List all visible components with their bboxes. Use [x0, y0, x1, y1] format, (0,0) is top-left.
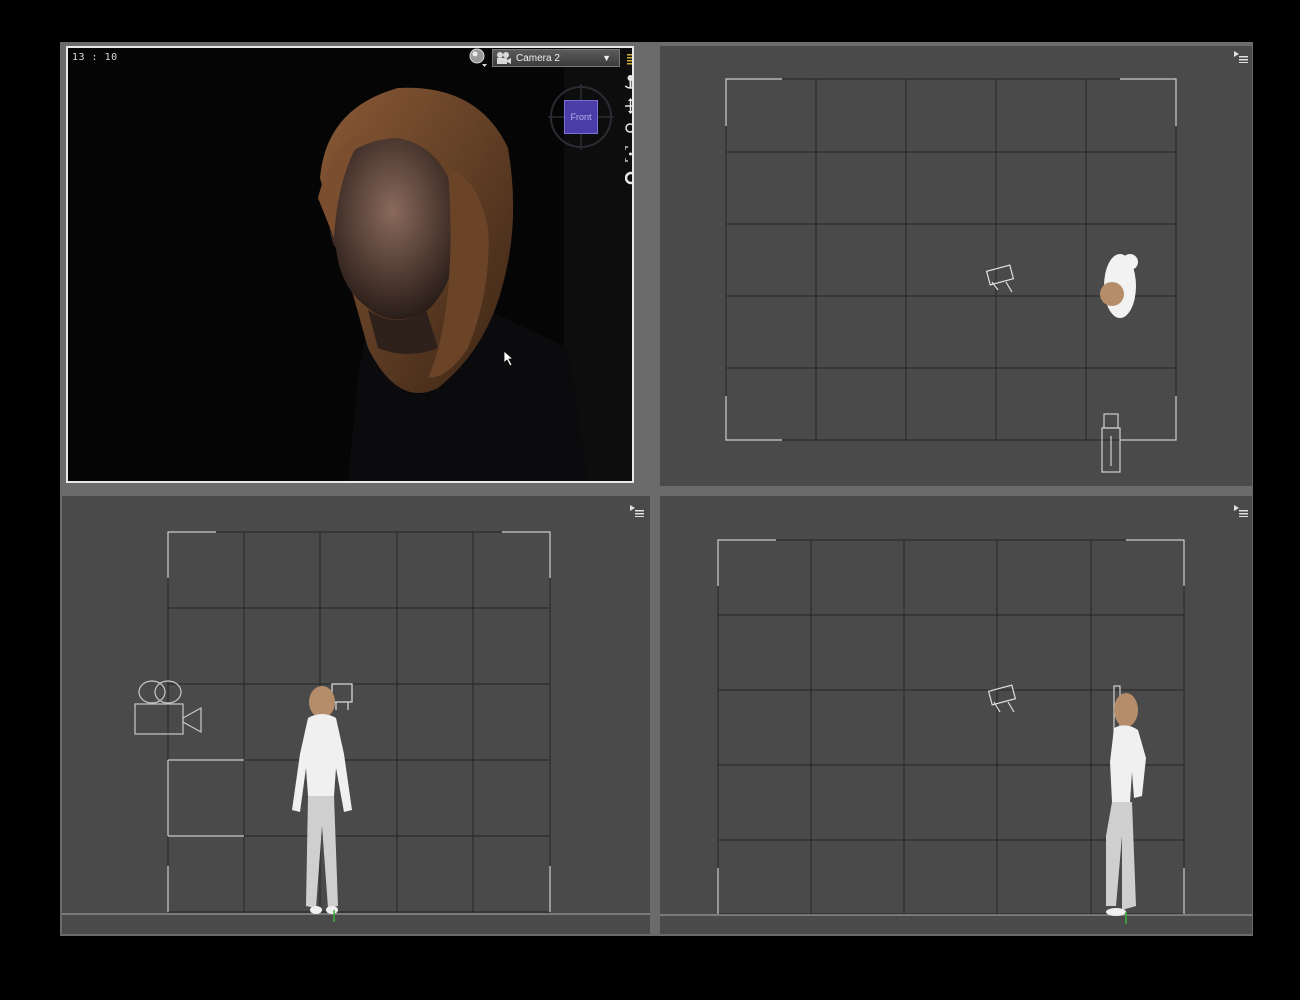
poser-workspace: 13 : 10 Camera 2 ▼ Front: [0, 0, 1300, 1000]
chevron-down-icon: ▼: [602, 53, 611, 63]
front-view-grid: [62, 531, 650, 922]
camera-select[interactable]: Camera 2 ▼: [492, 49, 620, 67]
move-icon[interactable]: [625, 98, 632, 114]
top-view-grid: [725, 78, 1177, 473]
pane-menu-icon[interactable]: [630, 504, 644, 517]
light-icon: [331, 683, 353, 710]
timecode: 13 : 10: [72, 52, 118, 63]
camera-select-label: Camera 2: [516, 52, 560, 64]
frame-icon[interactable]: [624, 146, 632, 162]
view-cube-gizmo[interactable]: Front: [548, 84, 614, 150]
mouse-cursor-icon: [504, 351, 514, 367]
top-view-pane[interactable]: [660, 46, 1252, 486]
pane-menu-icon[interactable]: [1234, 504, 1248, 517]
sphere-icon[interactable]: [468, 48, 488, 68]
zoom-icon[interactable]: [625, 122, 632, 138]
camera-render-view[interactable]: 13 : 10 Camera 2 ▼ Front: [66, 46, 634, 483]
camera-icon: [497, 52, 511, 64]
cube-face-label: Front: [564, 100, 598, 134]
camera-top-view: [1101, 413, 1121, 473]
light-icon: [985, 264, 1015, 293]
pane-menu-icon[interactable]: [1234, 50, 1248, 63]
pane-options-icon[interactable]: [625, 52, 632, 68]
orbit-icon[interactable]: [624, 170, 632, 186]
side-view-grid: [660, 539, 1252, 924]
figure-front-view: [292, 686, 352, 914]
light-icon: [987, 684, 1017, 713]
figure-top-view: [1100, 254, 1138, 318]
figure-side-view: [1106, 693, 1146, 916]
rotate-icon[interactable]: [624, 74, 632, 90]
side-view-pane[interactable]: [660, 496, 1252, 934]
front-view-pane[interactable]: [62, 496, 650, 934]
navigation-tools: [624, 52, 632, 188]
